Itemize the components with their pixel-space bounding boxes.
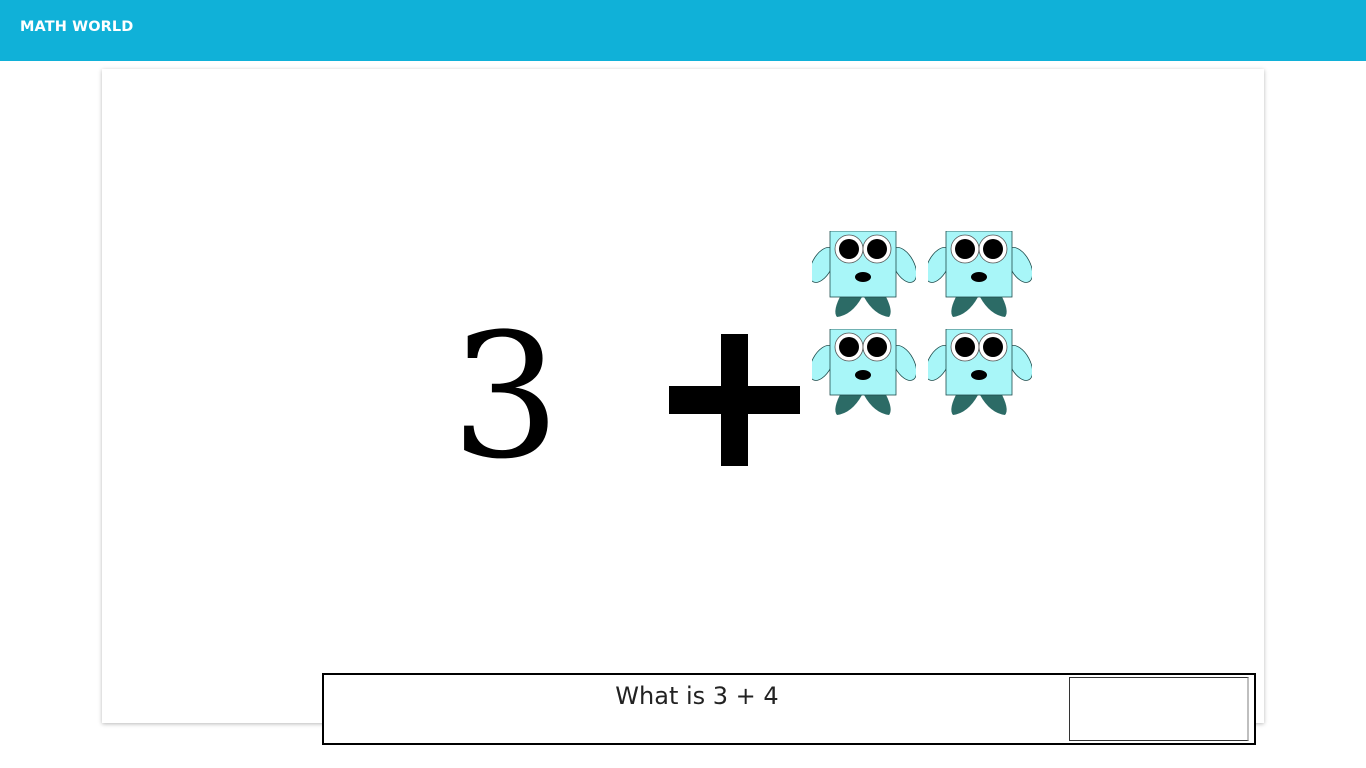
monster-icon — [812, 231, 916, 317]
app-title: MATH WORLD — [20, 19, 134, 35]
monster-icon — [812, 329, 916, 415]
app-header: MATH WORLD — [0, 0, 1366, 61]
plus-sign-vertical-bar — [721, 334, 748, 466]
answer-input[interactable] — [1069, 677, 1249, 741]
first-operand: 3 — [451, 296, 561, 497]
problem-card: 3 What is 3 + 4 — [102, 69, 1264, 745]
answer-row: What is 3 + 4 — [322, 673, 1256, 745]
monster-icon — [928, 329, 1032, 415]
monster-icon — [928, 231, 1032, 317]
question-text: What is 3 + 4 — [615, 682, 779, 710]
